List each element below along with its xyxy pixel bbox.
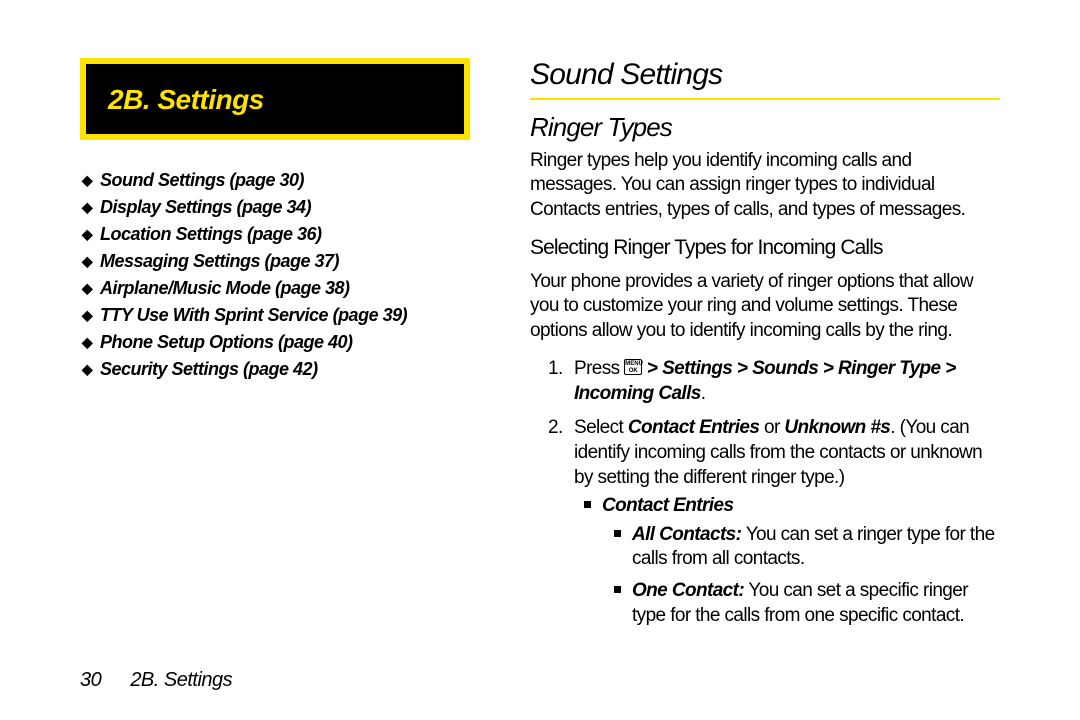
- step-1: Press > Settings > Sounds > Ringer Type …: [574, 357, 1000, 406]
- toc-item-label: Messaging Settings (page 37): [100, 251, 339, 272]
- toc-item-label: Sound Settings (page 30): [100, 170, 304, 191]
- h2-sound-settings: Sound Settings: [530, 58, 1000, 92]
- toc-item: ◆ Phone Setup Options (page 40): [80, 332, 470, 353]
- section-badge-title: 2B. Settings: [108, 84, 442, 116]
- contact-entries-sublist: All Contacts: You can set a ringer type …: [602, 523, 1000, 628]
- step2-mid: or: [759, 417, 784, 438]
- diamond-icon: ◆: [80, 335, 94, 349]
- section-badge: 2B. Settings: [80, 58, 470, 140]
- paragraph: Your phone provides a variety of ringer …: [530, 270, 1000, 343]
- toc-item-label: Display Settings (page 34): [100, 197, 311, 218]
- toc-item-label: Security Settings (page 42): [100, 359, 318, 380]
- yellow-rule: [530, 98, 1000, 100]
- toc-item: ◆ TTY Use With Sprint Service (page 39): [80, 305, 470, 326]
- page-number: 30: [80, 669, 101, 691]
- toc-item: ◆ Messaging Settings (page 37): [80, 251, 470, 272]
- toc-item: ◆ Display Settings (page 34): [80, 197, 470, 218]
- two-column-layout: 2B. Settings ◆ Sound Settings (page 30) ◆…: [80, 58, 1000, 638]
- diamond-icon: ◆: [80, 200, 94, 214]
- toc-item-label: Airplane/Music Mode (page 38): [100, 278, 350, 299]
- menu-ok-key-icon: [624, 359, 642, 375]
- step2-bold2: Unknown #s: [784, 417, 890, 438]
- diamond-icon: ◆: [80, 173, 94, 187]
- diamond-icon: ◆: [80, 308, 94, 322]
- toc-item-label: Location Settings (page 36): [100, 224, 322, 245]
- step-2: Select Contact Entries or Unknown #s. (Y…: [574, 416, 1000, 628]
- step2-bold1: Contact Entries: [628, 417, 759, 438]
- diamond-icon: ◆: [80, 227, 94, 241]
- h4-selecting-ringer-types: Selecting Ringer Types for Incoming Call…: [530, 236, 1000, 260]
- one-contact-item: One Contact: You can set a specific ring…: [632, 579, 1000, 628]
- step2-a: Select: [574, 417, 628, 438]
- contact-entries-label: Contact Entries: [602, 495, 733, 516]
- all-contacts-item: All Contacts: You can set a ringer type …: [632, 523, 1000, 572]
- one-contact-bold: One Contact:: [632, 580, 744, 601]
- toc-item: ◆ Security Settings (page 42): [80, 359, 470, 380]
- intro-paragraph: Ringer types help you identify incoming …: [530, 149, 1000, 222]
- footer-section: 2B. Settings: [130, 669, 232, 691]
- left-column: 2B. Settings ◆ Sound Settings (page 30) ◆…: [80, 58, 470, 638]
- toc-item: ◆ Location Settings (page 36): [80, 224, 470, 245]
- diamond-icon: ◆: [80, 281, 94, 295]
- contact-entries-group: Contact Entries All Contacts: You can se…: [574, 494, 1000, 628]
- all-contacts-bold: All Contacts:: [632, 524, 741, 545]
- h3-ringer-types: Ringer Types: [530, 112, 1000, 143]
- manual-page: 2B. Settings ◆ Sound Settings (page 30) ◆…: [0, 0, 1080, 720]
- diamond-icon: ◆: [80, 362, 94, 376]
- toc-item: ◆ Sound Settings (page 30): [80, 170, 470, 191]
- toc-item: ◆ Airplane/Music Mode (page 38): [80, 278, 470, 299]
- steps-list: Press > Settings > Sounds > Ringer Type …: [530, 357, 1000, 628]
- right-column: Sound Settings Ringer Types Ringer types…: [530, 58, 1000, 638]
- contact-entries-head: Contact Entries All Contacts: You can se…: [602, 494, 1000, 628]
- toc-item-label: TTY Use With Sprint Service (page 39): [100, 305, 407, 326]
- step1-post: .: [701, 383, 706, 404]
- diamond-icon: ◆: [80, 254, 94, 268]
- toc-item-label: Phone Setup Options (page 40): [100, 332, 353, 353]
- toc-list: ◆ Sound Settings (page 30) ◆ Display Setti…: [80, 170, 470, 380]
- page-footer: 30 2B. Settings: [80, 669, 232, 692]
- step1-press: Press: [574, 358, 624, 379]
